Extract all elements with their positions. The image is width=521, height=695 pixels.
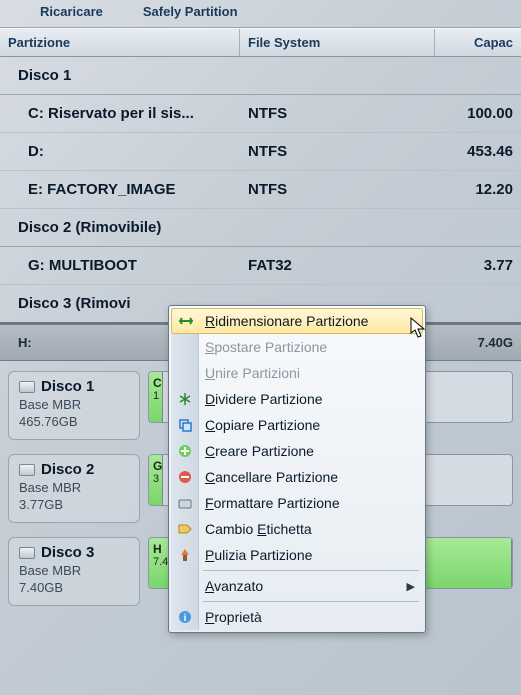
menu-label: ormattare Partizione [214, 495, 340, 511]
disk-icon [19, 547, 35, 559]
partition-row[interactable]: E: FACTORY_IMAGE NTFS 12.20 [0, 171, 521, 209]
disk-size: 7.40GB [19, 580, 129, 595]
delete-icon [177, 469, 193, 485]
bar-segment[interactable]: G 3 [149, 455, 163, 505]
menu-label: ancellare Partizione [215, 469, 338, 485]
create-icon [177, 443, 193, 459]
partition-label: G: MULTIBOOT [0, 253, 240, 278]
disk-size: 3.77GB [19, 497, 129, 512]
segment-size: 3 [153, 473, 158, 485]
col-filesystem[interactable]: File System [240, 29, 435, 56]
menu-advanced[interactable]: Avanzato ▶ [171, 573, 423, 599]
disk-icon [19, 381, 35, 393]
partition-label: C: Riservato per il sis... [0, 101, 240, 126]
disk-title: Disco 1 [41, 378, 94, 395]
partition-cap: 100.00 [435, 101, 521, 126]
menu-label: roprietà [214, 609, 261, 625]
partition-cap: 3.77 [435, 253, 521, 278]
disk-header[interactable]: Disco 2 (Rimovibile) [0, 209, 521, 247]
format-icon [177, 495, 193, 511]
segment-letter: G [153, 459, 158, 473]
partition-cap: 12.20 [435, 177, 521, 202]
menu-label: vanzato [214, 578, 263, 594]
menu-split[interactable]: Dividere Partizione [171, 386, 423, 412]
partition-label: E: FACTORY_IMAGE [0, 177, 240, 202]
disk-base: Base MBR [19, 563, 129, 578]
partition-fs: NTFS [240, 101, 435, 126]
menu-properties[interactable]: i Proprietà [171, 604, 423, 630]
disk-info[interactable]: Disco 2 Base MBR 3.77GB [8, 454, 140, 523]
resize-icon [178, 313, 194, 329]
menu-move: Spostare Partizione [171, 334, 423, 360]
safely-partition-button[interactable]: Safely Partition [143, 4, 238, 19]
menu-separator [203, 601, 419, 602]
disk-title: Disco 2 [41, 461, 94, 478]
menu-label[interactable]: Cambio Etichetta [171, 516, 423, 542]
disk-base: Base MBR [19, 480, 129, 495]
reload-button[interactable]: Ricaricare [40, 4, 103, 19]
menu-label: nire Partizioni [215, 365, 300, 381]
partition-cap: 453.46 [435, 139, 521, 164]
menu-label: postare Partizione [214, 339, 327, 355]
disk-icon [19, 464, 35, 476]
disk-base: Base MBR [19, 397, 129, 412]
partition-fs: NTFS [240, 177, 435, 202]
info-icon: i [177, 609, 193, 625]
submenu-arrow-icon: ▶ [407, 580, 415, 593]
menu-create[interactable]: Creare Partizione [171, 438, 423, 464]
column-headers: Partizione File System Capac [0, 28, 521, 57]
segment-size: 1 [153, 390, 158, 402]
menu-wipe[interactable]: Pulizia Partizione [171, 542, 423, 568]
col-capacity[interactable]: Capac [435, 29, 521, 56]
partition-fs: NTFS [240, 139, 435, 164]
svg-text:i: i [184, 613, 187, 624]
disk-header[interactable]: Disco 1 [0, 57, 521, 95]
disk-title: Disco 3 [41, 544, 94, 561]
segment-letter: C [153, 376, 158, 390]
toolbar: Ricaricare Safely Partition [0, 0, 521, 28]
menu-merge: Unire Partizioni [171, 360, 423, 386]
partition-row[interactable]: D: NTFS 453.46 [0, 133, 521, 171]
disk-size: 465.76GB [19, 414, 129, 429]
context-menu: Ridimensionare Partizione Spostare Parti… [168, 305, 426, 633]
col-partition[interactable]: Partizione [0, 29, 240, 56]
menu-label: ulizia Partizione [214, 547, 312, 563]
bar-segment[interactable]: C 1 [149, 372, 163, 422]
partition-row[interactable]: C: Riservato per il sis... NTFS 100.00 [0, 95, 521, 133]
menu-separator [203, 570, 419, 571]
menu-label: reare Partizione [215, 443, 314, 459]
partition-row[interactable]: G: MULTIBOOT FAT32 3.77 [0, 247, 521, 285]
disk-info[interactable]: Disco 3 Base MBR 7.40GB [8, 537, 140, 606]
menu-delete[interactable]: Cancellare Partizione [171, 464, 423, 490]
menu-label: ividere Partizione [215, 391, 322, 407]
copy-icon [177, 417, 193, 433]
menu-copy[interactable]: Copiare Partizione [171, 412, 423, 438]
split-icon [177, 391, 193, 407]
disk-info[interactable]: Disco 1 Base MBR 465.76GB [8, 371, 140, 440]
partition-fs: FAT32 [240, 253, 435, 278]
wipe-icon [177, 547, 193, 563]
menu-label: idimensionare Partizione [215, 313, 368, 329]
menu-resize[interactable]: Ridimensionare Partizione [171, 308, 423, 334]
partition-label: D: [0, 139, 240, 164]
menu-label-text: tichetta [266, 521, 311, 537]
menu-label: opiare Partizione [215, 417, 320, 433]
label-icon [177, 521, 193, 537]
menu-format[interactable]: Formattare Partizione [171, 490, 423, 516]
